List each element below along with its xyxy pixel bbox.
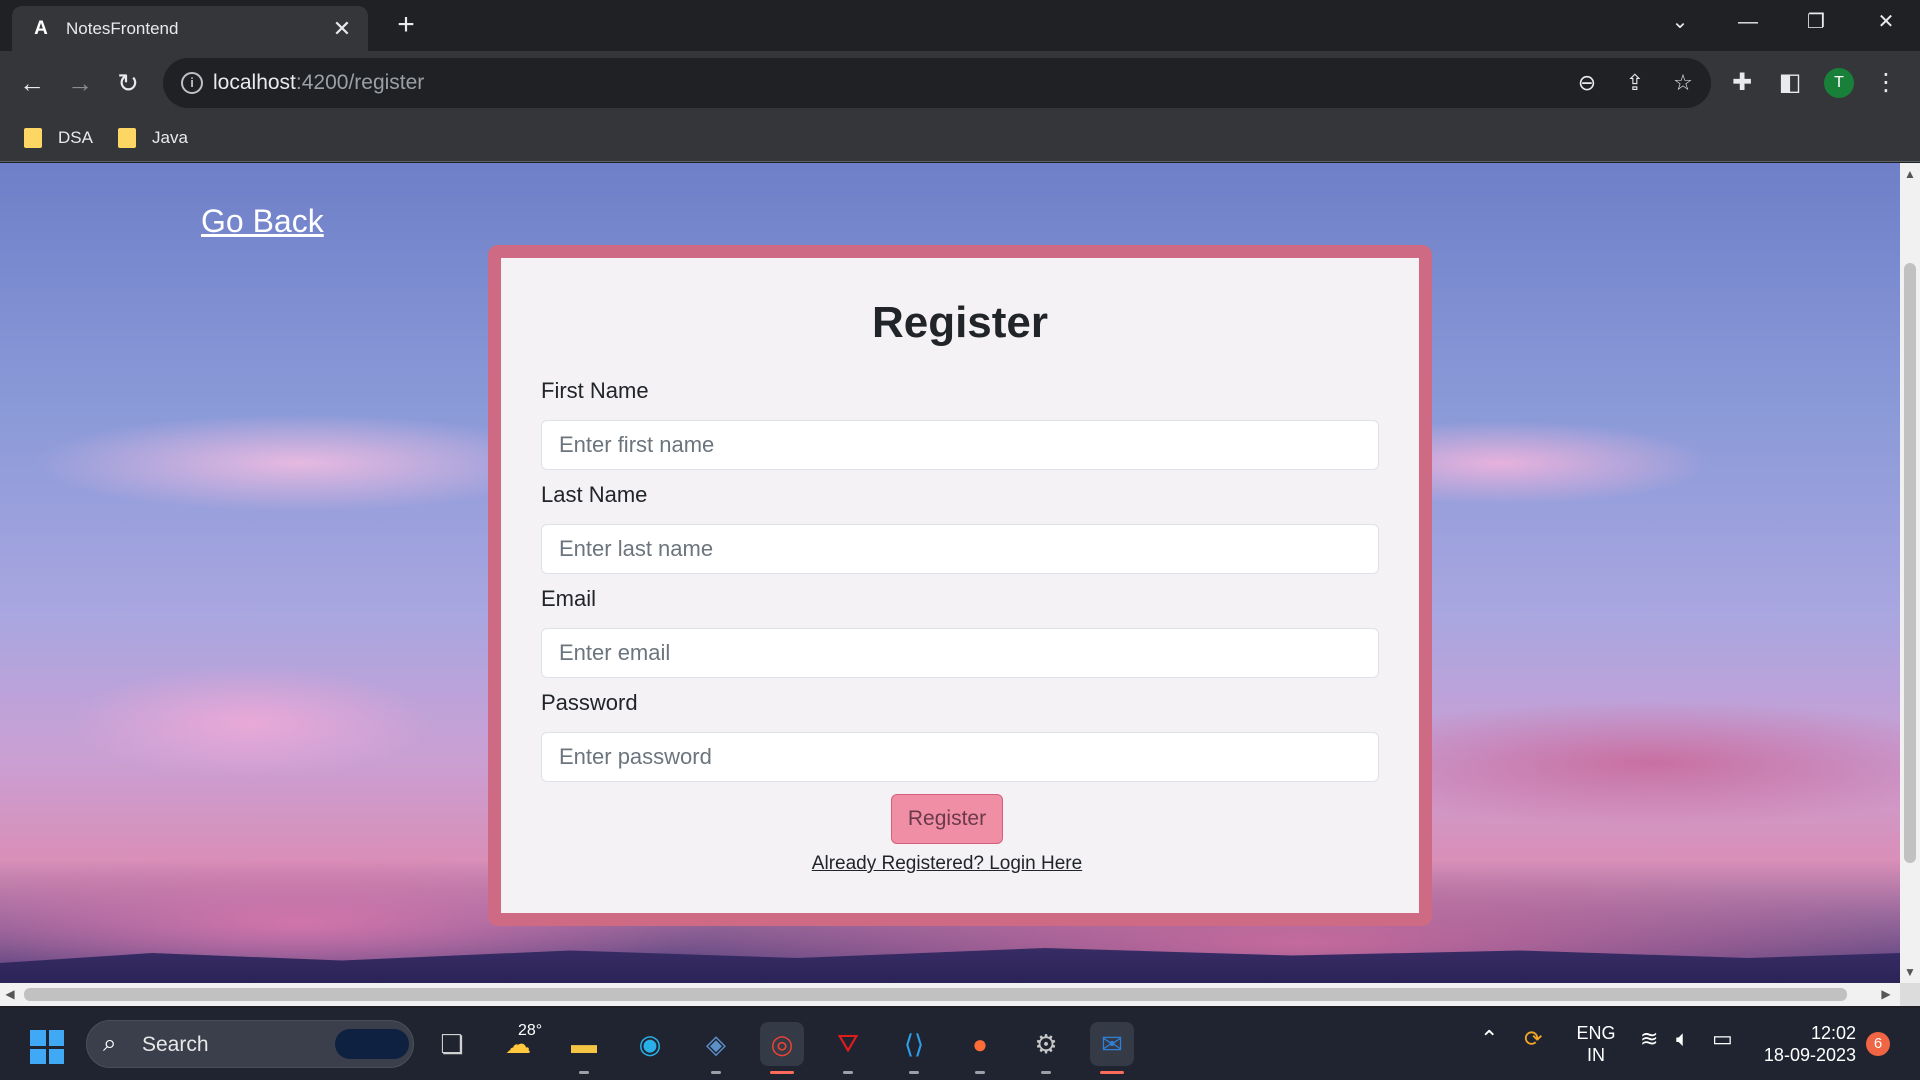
url-host: localhost xyxy=(213,71,296,94)
register-button[interactable]: Register xyxy=(891,794,1003,844)
language-indicator[interactable]: ENG IN xyxy=(1576,1022,1616,1066)
scrollbar-corner xyxy=(1900,983,1920,1006)
edge-browser-icon[interactable]: ◉ xyxy=(628,1022,672,1066)
clock[interactable]: 12:02 18-09-2023 xyxy=(1756,1022,1856,1066)
running-indicator xyxy=(711,1071,721,1074)
wifi-icon[interactable]: ≋ xyxy=(1640,1026,1658,1052)
password-label: Password xyxy=(541,690,638,715)
folder-icon xyxy=(118,128,136,148)
browser-tab[interactable]: A NotesFrontend ✕ xyxy=(12,6,368,51)
horizontal-scrollbar[interactable]: ◀ ▶ xyxy=(0,983,1900,1006)
tab-search-chevron-icon[interactable]: ⌄ xyxy=(1660,6,1700,38)
browser-tab-bar: A NotesFrontend ✕ + ⌄ — ❐ ✕ xyxy=(0,0,1920,51)
angular-favicon-icon: A xyxy=(34,17,48,39)
running-indicator xyxy=(770,1071,794,1074)
email-input[interactable] xyxy=(541,628,1379,678)
tab-title: NotesFrontend xyxy=(66,18,179,38)
mysql-workbench-icon[interactable]: ◈ xyxy=(694,1022,738,1074)
clock-time: 12:02 xyxy=(1810,1023,1856,1043)
register-card: Register First Name Last Name Email Pass… xyxy=(501,258,1419,913)
reload-icon[interactable]: ↻ xyxy=(110,65,146,101)
folder-icon xyxy=(24,128,42,148)
bookmark-dsa[interactable]: DSA xyxy=(24,124,93,152)
outlook-icon[interactable]: ✉ xyxy=(1090,1022,1134,1074)
sync-status-icon[interactable]: ⟳ xyxy=(1524,1026,1542,1052)
show-hidden-icons-chevron-icon[interactable]: ⌃ xyxy=(1480,1026,1498,1052)
acrobat-reader-icon[interactable]: ⛛ xyxy=(826,1022,870,1074)
last-name-input[interactable] xyxy=(541,524,1379,574)
bookmark-star-icon[interactable]: ☆ xyxy=(1669,69,1697,97)
register-card-frame: Register First Name Last Name Email Pass… xyxy=(488,245,1432,926)
side-panel-icon[interactable]: ◧ xyxy=(1772,65,1808,101)
windows-start-icon[interactable] xyxy=(30,1030,64,1064)
window-close-icon[interactable]: ✕ xyxy=(1866,6,1906,38)
forward-arrow-icon[interactable]: → xyxy=(62,65,98,101)
running-indicator xyxy=(975,1071,985,1074)
chrome-icon[interactable]: ◎ xyxy=(760,1022,804,1074)
password-input[interactable] xyxy=(541,732,1379,782)
vertical-scrollbar[interactable]: ▲ ▼ xyxy=(1900,163,1920,983)
first-name-input[interactable] xyxy=(541,420,1379,470)
back-arrow-icon[interactable]: ← xyxy=(14,65,50,101)
volume-icon[interactable]: 🔈︎ xyxy=(1676,1026,1689,1052)
vertical-scroll-thumb[interactable] xyxy=(1904,263,1916,863)
menu-kebab-icon[interactable]: ⋮ xyxy=(1868,65,1904,101)
search-highlight-badge xyxy=(335,1029,409,1059)
scroll-up-arrow-icon[interactable]: ▲ xyxy=(1900,167,1920,181)
bookmark-label: Java xyxy=(152,128,188,147)
scroll-right-arrow-icon[interactable]: ▶ xyxy=(1876,987,1896,1001)
extensions-puzzle-icon[interactable]: ✚ xyxy=(1724,65,1760,101)
bookmark-java[interactable]: Java xyxy=(118,124,188,152)
weather-temperature: 28° xyxy=(518,1022,543,1039)
zoom-icon[interactable]: ⊖ xyxy=(1573,69,1601,97)
address-bar[interactable]: i localhost:4200/register ⊖ ⇪ ☆ xyxy=(163,58,1711,108)
first-name-label: First Name xyxy=(541,378,649,403)
site-info-icon[interactable]: i xyxy=(181,72,203,94)
login-link[interactable]: Already Registered? Login Here xyxy=(541,853,1353,875)
go-back-link[interactable]: Go Back xyxy=(201,203,324,240)
submit-row: Register xyxy=(541,794,1379,844)
email-label: Email xyxy=(541,586,597,611)
task-view-icon[interactable]: ❏ xyxy=(430,1022,474,1066)
page-title: Register xyxy=(871,298,1049,347)
clock-date: 18-09-2023 xyxy=(1763,1045,1856,1065)
bookmarks-bar: DSA Java xyxy=(0,114,1920,162)
bookmark-label: DSA xyxy=(58,128,93,147)
last-name-label: Last Name xyxy=(541,482,648,507)
notification-badge[interactable]: 6 xyxy=(1866,1032,1890,1056)
running-indicator xyxy=(909,1071,919,1074)
url-text[interactable]: localhost:4200/register xyxy=(213,71,424,95)
search-icon: ⌕ xyxy=(103,1030,117,1057)
scroll-left-arrow-icon[interactable]: ◀ xyxy=(0,987,20,1001)
new-tab-icon[interactable]: + xyxy=(390,10,422,42)
url-path: :4200/register xyxy=(295,71,425,94)
profile-avatar[interactable]: T xyxy=(1824,68,1854,98)
language-code: ENG xyxy=(1576,1023,1616,1043)
vscode-icon[interactable]: ⟨⟩ xyxy=(892,1022,936,1074)
tab-close-icon[interactable]: ✕ xyxy=(330,16,354,42)
region-code: IN xyxy=(1587,1045,1605,1065)
running-indicator xyxy=(1041,1071,1051,1074)
scroll-down-arrow-icon[interactable]: ▼ xyxy=(1900,965,1920,979)
battery-icon[interactable]: ▭ xyxy=(1712,1026,1733,1052)
taskbar-search[interactable]: ⌕ Search xyxy=(86,1020,414,1068)
restore-icon[interactable]: ❐ xyxy=(1796,6,1836,38)
settings-gear-icon[interactable]: ⚙ xyxy=(1024,1022,1068,1074)
page-viewport: Go Back Register First Name Last Name Em… xyxy=(0,163,1900,983)
background-hills xyxy=(0,948,1900,983)
running-indicator xyxy=(579,1071,589,1074)
file-explorer-icon[interactable]: ▬ xyxy=(562,1022,606,1074)
browser-toolbar: ← → ↻ i localhost:4200/register ⊖ ⇪ ☆ ✚ … xyxy=(0,51,1920,114)
windows-taskbar: ⌕ Search ❏ ☁ 28° ▬ ◉ ◈ ◎ ⛛ ⟨⟩ ● ⚙ ✉ ⌃ ⟳ … xyxy=(0,1008,1920,1080)
share-icon[interactable]: ⇪ xyxy=(1621,69,1649,97)
minimize-icon[interactable]: — xyxy=(1728,6,1768,38)
horizontal-scroll-thumb[interactable] xyxy=(24,988,1847,1001)
running-indicator xyxy=(843,1071,853,1074)
postman-icon[interactable]: ● xyxy=(958,1022,1002,1074)
running-indicator xyxy=(1100,1071,1124,1074)
search-label: Search xyxy=(142,1033,209,1056)
